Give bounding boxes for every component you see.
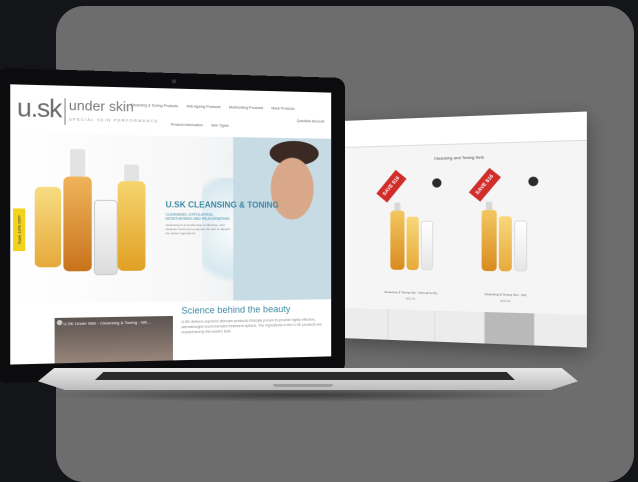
tube-image [420,220,434,271]
brand-logo[interactable]: u.sk [17,94,61,125]
product-listing-screen: Cleansing and Toning Sets SAVE $16 Clean… [341,111,587,348]
tube-image [514,220,528,272]
product-card[interactable]: SAVE $16 Cleansing & Toning Set - Normal… [370,169,452,312]
model-image [233,137,332,301]
product-name[interactable]: Cleansing & Toning Set - Oily [462,292,549,298]
channel-icon [56,319,63,326]
bottle-cap [394,202,401,211]
logo-divider [64,98,66,125]
product-price: $00.00 [405,296,416,301]
nav-item[interactable]: Skin Types [211,123,229,127]
content-section: U.SK Under Skin - Cleansing & Toning - W… [10,299,332,365]
listing-title: Cleansing and Toning Sets [433,154,485,161]
brand-tagline: SPECIAL SKIN PERFORMANCE [68,116,159,124]
video-embed[interactable]: U.SK Under Skin - Cleansing & Toning - W… [54,315,173,365]
bottle-image [117,181,146,271]
hero-description: Cleansing is a crucial step in skincare.… [165,222,231,236]
bottle-image [406,216,419,271]
bottle-image [498,216,512,272]
product-price: $00.00 [500,298,511,304]
camera-dot [171,79,177,84]
nav-item[interactable]: Cleansing & Toning Products [131,103,179,108]
quick-view-icon[interactable] [432,178,442,188]
bottle-image [481,209,497,272]
hero-title: U.SK CLEANSING & TONING [165,200,279,210]
quick-view-icon[interactable] [528,176,539,187]
product-name[interactable]: Cleansing & Toning Set - Normal to Dry [370,290,452,296]
keyboard-area [95,372,515,380]
bottle-image [390,210,405,270]
section-text: U.SK delivers supreme skincare products … [181,317,322,335]
laptop-screen: u.sk under skin SPECIAL SKIN PERFORMANCE… [10,84,332,365]
hero-subtitle: CLEANSING, EXFOLIATING, MOISTURISING AND… [165,212,230,221]
main-nav: Cleansing & Toning Products Anti-Ageing … [131,103,295,111]
pump-cap [69,149,86,177]
account-link[interactable]: Quicklink Account [297,119,325,124]
bottle-image [93,199,118,276]
promo-tab[interactable]: Save 10% OFF [13,208,26,252]
brand-name: under skin [68,97,134,115]
mockup-canvas: Cleansing and Toning Sets SAVE $16 Clean… [0,0,638,482]
laptop-lid: u.sk under skin SPECIAL SKIN PERFORMANCE… [0,67,345,384]
hero-banner: Save 10% OFF U.SK CLEANSING & TONING CLE… [10,133,332,304]
nav-item[interactable]: Anti-Ageing Products [186,104,220,109]
sale-badge: SAVE $16 [376,169,407,203]
video-title[interactable]: U.SK Under Skin - Cleansing & Toning - W… [63,319,150,326]
bottle-image [34,186,62,268]
laptop-shadow [40,388,560,402]
bottle-image [63,176,92,272]
sale-badge: SAVE $16 [468,167,501,202]
section-title: Science behind the beauty [181,303,291,316]
laptop-notch [273,384,333,387]
nav-item[interactable]: Moisturising Products [229,105,263,110]
nav-item[interactable]: Product Information [171,123,203,128]
pump-cap [124,164,140,182]
bottle-cap [485,201,493,211]
nav-item[interactable]: Mask Products [271,106,294,111]
secondary-nav: Product Information Skin Types [171,123,229,128]
product-card[interactable]: SAVE $16 Cleansing & Toning Set - Oily $… [462,167,549,315]
